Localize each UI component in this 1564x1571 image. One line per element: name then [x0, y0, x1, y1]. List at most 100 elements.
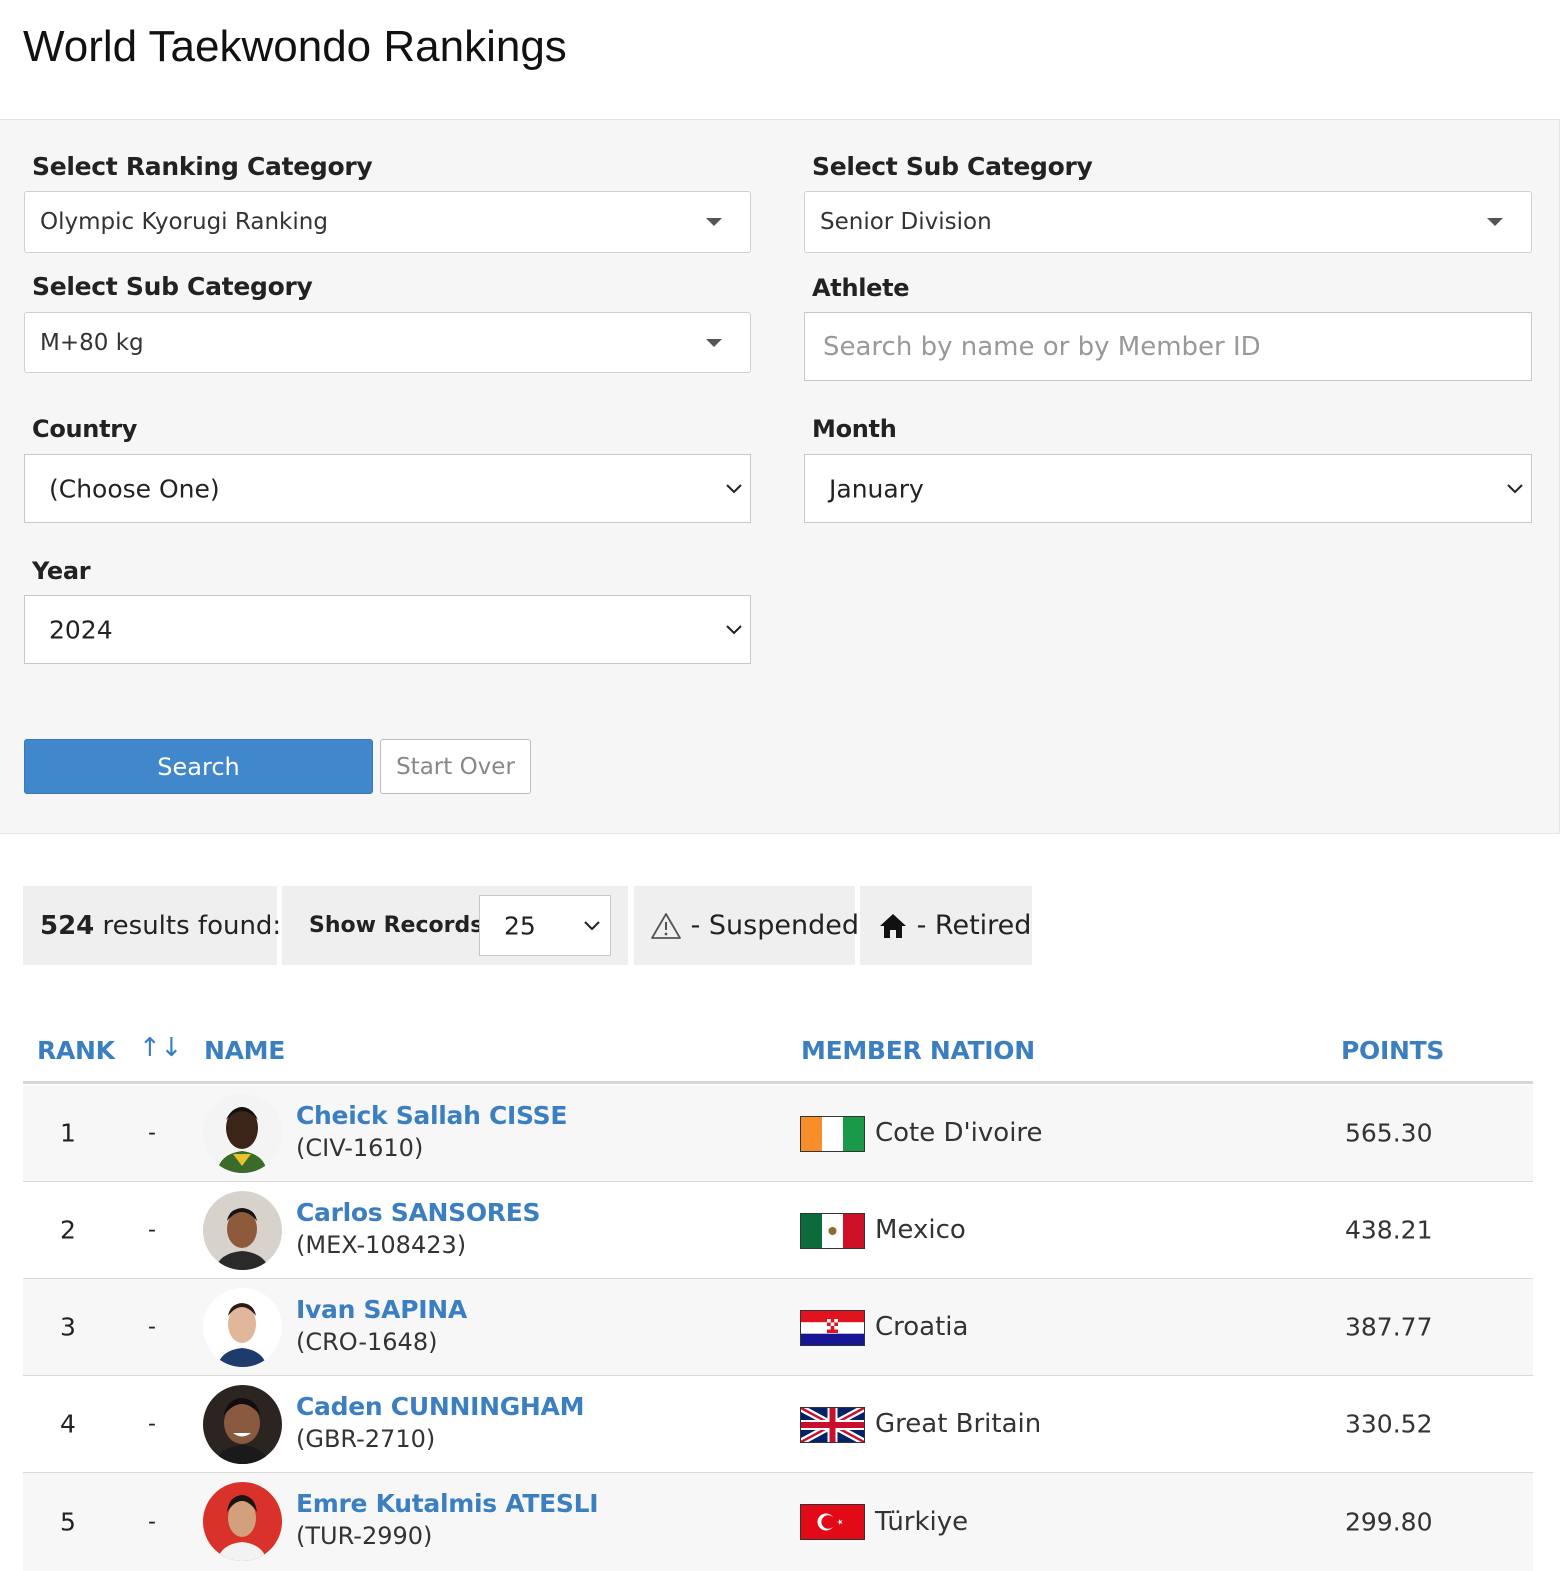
table-row[interactable]: 4 - Caden CUNNINGHAM (GBR-2710) Great Br… — [23, 1376, 1533, 1473]
year-label: Year — [32, 557, 91, 585]
month-value: January — [829, 474, 924, 503]
nation-name: Mexico — [875, 1215, 966, 1245]
athlete-name-cell: Ivan SAPINA (CRO-1648) — [296, 1295, 467, 1356]
athlete-search-input[interactable]: Search by name or by Member ID — [804, 312, 1532, 381]
points-cell: 330.52 — [1345, 1409, 1433, 1439]
sub-category-weight-select[interactable]: M+80 kg — [24, 312, 751, 373]
avatar — [203, 1482, 282, 1561]
home-icon — [880, 913, 906, 938]
sub-category-division-select[interactable]: Senior Division — [804, 191, 1532, 253]
suspended-legend: - Suspended — [634, 886, 859, 965]
sub-category-weight-label: Select Sub Category — [32, 272, 313, 301]
country-label: Country — [32, 415, 138, 443]
ranking-category-value: Olympic Kyorugi Ranking — [40, 209, 328, 235]
nation-name: Türkiye — [875, 1507, 969, 1537]
avatar — [203, 1385, 282, 1464]
rank-cell: 1 — [60, 1118, 76, 1148]
rank-cell: 3 — [60, 1312, 76, 1342]
search-button[interactable]: Search — [24, 739, 373, 794]
rank-change-cell: - — [148, 1314, 156, 1340]
rank-change-cell: - — [148, 1217, 156, 1243]
nation-name: Croatia — [875, 1312, 969, 1342]
sub-category-division-value: Senior Division — [820, 209, 992, 235]
athlete-name-link[interactable]: Caden CUNNINGHAM — [296, 1392, 584, 1421]
page-title: World Taekwondo Rankings — [23, 22, 567, 71]
caret-down-icon — [706, 338, 722, 347]
table-row[interactable]: 2 - Carlos SANSORES (MEX-108423) Mexico … — [23, 1182, 1533, 1279]
points-cell: 299.80 — [1345, 1507, 1433, 1537]
athlete-name-link[interactable]: Cheick Sallah CISSE — [296, 1101, 567, 1130]
rank-change-cell: - — [148, 1509, 156, 1535]
great-britain-flag-icon — [800, 1407, 865, 1443]
ranking-category-label: Select Ranking Category — [32, 152, 373, 181]
sub-category-label: Select Sub Category — [812, 152, 1093, 181]
table-row[interactable]: 1 - Cheick Sallah CISSE (CIV-1610) Cote … — [23, 1085, 1533, 1182]
show-records: Show Records: 25 — [282, 886, 628, 965]
rankings-table-header: RANK ↑↓ NAME MEMBER NATION POINTS — [23, 1030, 1533, 1084]
month-label: Month — [812, 415, 897, 443]
croatia-flag-icon — [800, 1310, 865, 1346]
results-count-number: 524 — [40, 910, 95, 941]
athlete-label: Athlete — [812, 274, 910, 302]
rank-change-cell: - — [148, 1120, 156, 1146]
member-id: (MEX-108423) — [296, 1231, 467, 1259]
rank-change-cell: - — [148, 1411, 156, 1437]
ranking-category-select[interactable]: Olympic Kyorugi Ranking — [24, 191, 751, 253]
show-records-value: 25 — [504, 911, 536, 940]
member-id: (CIV-1610) — [296, 1134, 424, 1162]
turkiye-flag-icon — [800, 1504, 865, 1540]
results-count: 524 results found: — [23, 886, 281, 965]
start-over-button[interactable]: Start Over — [380, 739, 531, 794]
caret-down-icon — [1487, 218, 1503, 226]
chevron-down-icon — [726, 624, 742, 634]
chevron-down-icon — [726, 483, 742, 493]
athlete-name-link[interactable]: Emre Kutalmis ATESLI — [296, 1489, 599, 1518]
athlete-name-cell: Caden CUNNINGHAM (GBR-2710) — [296, 1392, 584, 1453]
member-id: (GBR-2710) — [296, 1425, 436, 1453]
athlete-name-cell: Carlos SANSORES (MEX-108423) — [296, 1198, 541, 1259]
results-count-label: results found: — [94, 910, 282, 941]
mexico-flag-icon — [800, 1213, 865, 1249]
month-select[interactable]: January — [804, 454, 1532, 523]
nation-name: Cote D'ivoire — [875, 1118, 1043, 1148]
points-cell: 387.77 — [1345, 1312, 1433, 1342]
athlete-name-cell: Emre Kutalmis ATESLI (TUR-2990) — [296, 1489, 599, 1550]
rank-cell: 2 — [60, 1215, 76, 1245]
caret-down-icon — [706, 218, 722, 226]
table-row[interactable]: 5 - Emre Kutalmis ATESLI (TUR-2990) Türk… — [23, 1473, 1533, 1571]
chevron-down-icon — [584, 920, 600, 930]
year-value: 2024 — [49, 615, 113, 644]
sort-icon[interactable]: ↑↓ — [139, 1033, 182, 1063]
avatar — [203, 1094, 282, 1173]
retired-label: - Retired — [908, 910, 1032, 941]
rank-cell: 4 — [60, 1409, 76, 1439]
athlete-search-placeholder: Search by name or by Member ID — [823, 331, 1261, 362]
member-nation-header[interactable]: MEMBER NATION — [801, 1036, 1035, 1065]
avatar — [203, 1288, 282, 1367]
points-header[interactable]: POINTS — [1341, 1036, 1444, 1065]
points-cell: 438.21 — [1345, 1215, 1433, 1245]
rank-header[interactable]: RANK — [37, 1036, 115, 1065]
retired-legend: - Retired — [860, 886, 1032, 965]
chevron-down-icon — [1507, 483, 1523, 493]
avatar — [203, 1191, 282, 1270]
filter-panel: Select Ranking Category Olympic Kyorugi … — [0, 119, 1560, 834]
athlete-name-link[interactable]: Ivan SAPINA — [296, 1295, 467, 1324]
member-id: (CRO-1648) — [296, 1328, 438, 1356]
athlete-name-cell: Cheick Sallah CISSE (CIV-1610) — [296, 1101, 567, 1162]
table-row[interactable]: 3 - Ivan SAPINA (CRO-1648) Croatia 387.7… — [23, 1279, 1533, 1376]
year-select[interactable]: 2024 — [24, 595, 751, 664]
member-id: (TUR-2990) — [296, 1522, 433, 1550]
points-cell: 565.30 — [1345, 1118, 1433, 1148]
name-header[interactable]: NAME — [204, 1036, 285, 1065]
suspended-label: - Suspended — [682, 910, 859, 941]
show-records-select[interactable]: 25 — [479, 895, 611, 956]
sub-category-weight-value: M+80 kg — [40, 329, 144, 356]
country-value: (Choose One) — [49, 474, 220, 503]
cote-divoire-flag-icon — [800, 1116, 865, 1152]
warning-triangle-icon — [651, 912, 681, 939]
country-select[interactable]: (Choose One) — [24, 454, 751, 523]
nation-name: Great Britain — [875, 1409, 1042, 1439]
athlete-name-link[interactable]: Carlos SANSORES — [296, 1198, 541, 1227]
show-records-label: Show Records: — [309, 913, 493, 938]
